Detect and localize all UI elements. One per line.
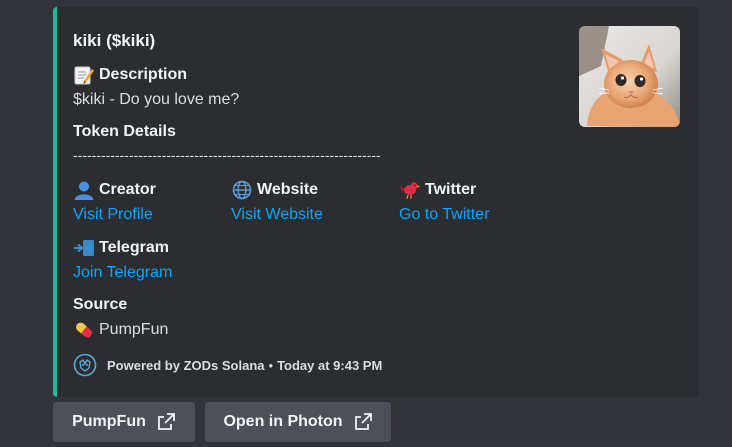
telegram-heading: Telegram [73,238,169,258]
external-link-icon [157,413,175,430]
open-in-photon-button-label: Open in Photon [223,413,343,430]
globe-icon [232,180,252,200]
divider-line: ----------------------------------------… [73,147,381,163]
token-details-heading: Token Details [73,123,176,140]
creator-label: Creator [99,181,156,198]
embed-footer: Powered by ZODs Solana • Today at 9:43 P… [73,353,382,377]
twitter-heading: Twitter [399,180,476,200]
token-thumbnail [579,26,680,127]
footer-text: Powered by ZODs Solana [107,357,265,373]
kitten-image [579,26,680,127]
website-heading: Website [231,180,318,200]
telegram-link[interactable]: Join Telegram [73,264,172,282]
description-heading: Description [73,65,187,85]
telegram-label: Telegram [99,239,169,256]
source-heading: Source [73,296,128,313]
external-link-icon [354,413,372,430]
creator-link[interactable]: Visit Profile [73,206,153,224]
twitter-link[interactable]: Go to Twitter [399,206,489,224]
zods-logo-icon [73,353,97,377]
source-label: PumpFun [99,321,169,338]
embed-title: kiki ($kiki) [73,31,156,50]
description-text: $kiki - Do you love me? [73,91,240,108]
footer-timestamp: Today at 9:43 PM [277,357,383,373]
twitter-label: Twitter [425,181,477,198]
creator-heading: Creator [73,180,156,200]
pumpfun-button[interactable]: PumpFun [53,402,195,442]
inbox-arrow-icon [74,240,94,256]
footer-separator: • [268,357,274,373]
website-link[interactable]: Visit Website [231,206,323,224]
website-label: Website [257,181,319,198]
open-in-photon-button[interactable]: Open in Photon [205,402,391,442]
description-label: Description [99,66,188,83]
pill-icon [76,322,92,338]
embed-card: kiki ($kiki) Description $kiki - Do you … [53,7,699,397]
bird-icon [400,182,421,200]
memo-icon [74,66,94,85]
bust-icon [74,181,94,200]
pumpfun-button-label: PumpFun [72,413,146,430]
source-value: PumpFun [73,320,168,340]
